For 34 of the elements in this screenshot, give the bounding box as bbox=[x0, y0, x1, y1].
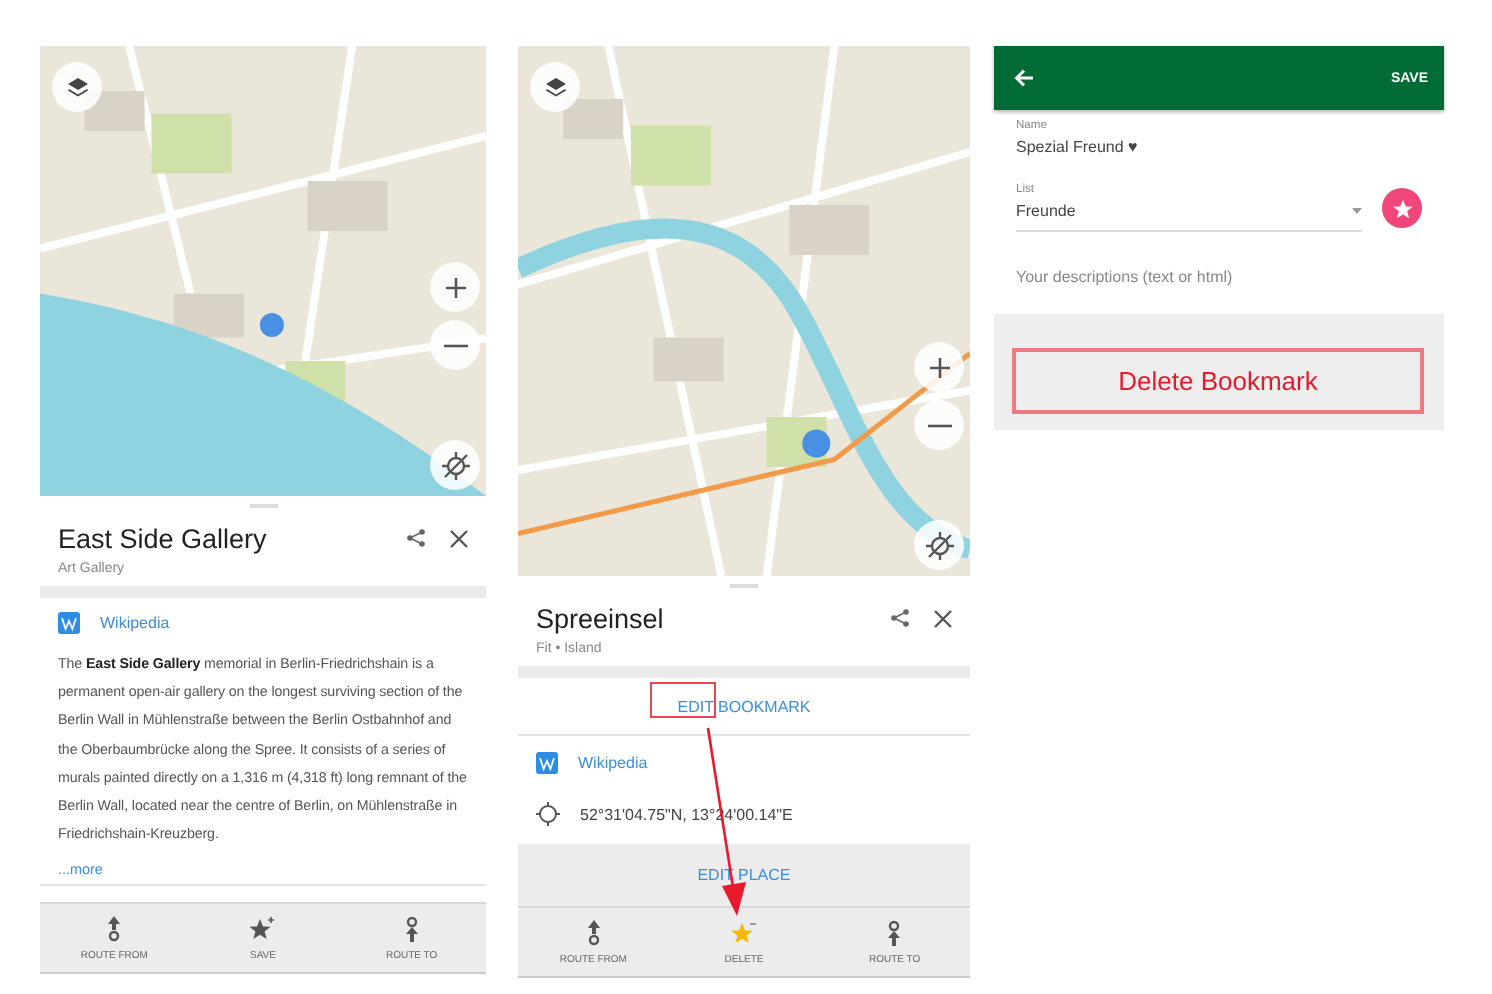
back-button[interactable] bbox=[1014, 68, 1034, 88]
zoom-in-icon bbox=[443, 275, 467, 299]
share-icon[interactable] bbox=[890, 608, 910, 628]
layers-icon bbox=[65, 75, 89, 99]
wikipedia-link[interactable]: Wikipedia bbox=[578, 753, 648, 771]
back-arrow-icon bbox=[1014, 68, 1034, 88]
edit-bookmark-link[interactable]: EDIT BOOKMARK bbox=[677, 697, 811, 715]
route-to-icon bbox=[886, 919, 903, 945]
location-off-icon bbox=[925, 531, 953, 559]
name-field[interactable]: Spezial Freund ♥ bbox=[1016, 138, 1422, 156]
favorite-button[interactable] bbox=[1382, 188, 1422, 228]
layers-icon bbox=[543, 75, 567, 99]
description-field[interactable]: Your descriptions (text or html) bbox=[1016, 268, 1422, 286]
share-icon[interactable] bbox=[406, 528, 426, 548]
list-dropdown[interactable]: Freunde bbox=[1016, 196, 1362, 232]
star-icon bbox=[248, 915, 277, 942]
location-off-icon bbox=[441, 451, 469, 479]
route-from-icon bbox=[106, 915, 123, 942]
star-icon bbox=[729, 919, 758, 945]
close-icon[interactable] bbox=[934, 609, 952, 627]
wikipedia-icon bbox=[536, 751, 558, 773]
delete-bookmark-button[interactable]: Delete Bookmark bbox=[1012, 348, 1424, 414]
place-title: East Side Gallery bbox=[58, 523, 269, 553]
wikipedia-icon bbox=[58, 611, 80, 633]
highlight-frame bbox=[650, 682, 716, 718]
route-to-icon bbox=[403, 915, 420, 942]
wikipedia-link[interactable]: Wikipedia bbox=[100, 613, 170, 631]
crosshair-icon bbox=[536, 802, 560, 826]
route-from-icon bbox=[585, 919, 602, 945]
place-title: Spreeinsel bbox=[536, 603, 666, 633]
star-icon bbox=[1391, 197, 1413, 219]
zoom-in-icon bbox=[927, 355, 951, 379]
caret-icon bbox=[1352, 208, 1362, 214]
close-icon[interactable] bbox=[450, 529, 468, 547]
